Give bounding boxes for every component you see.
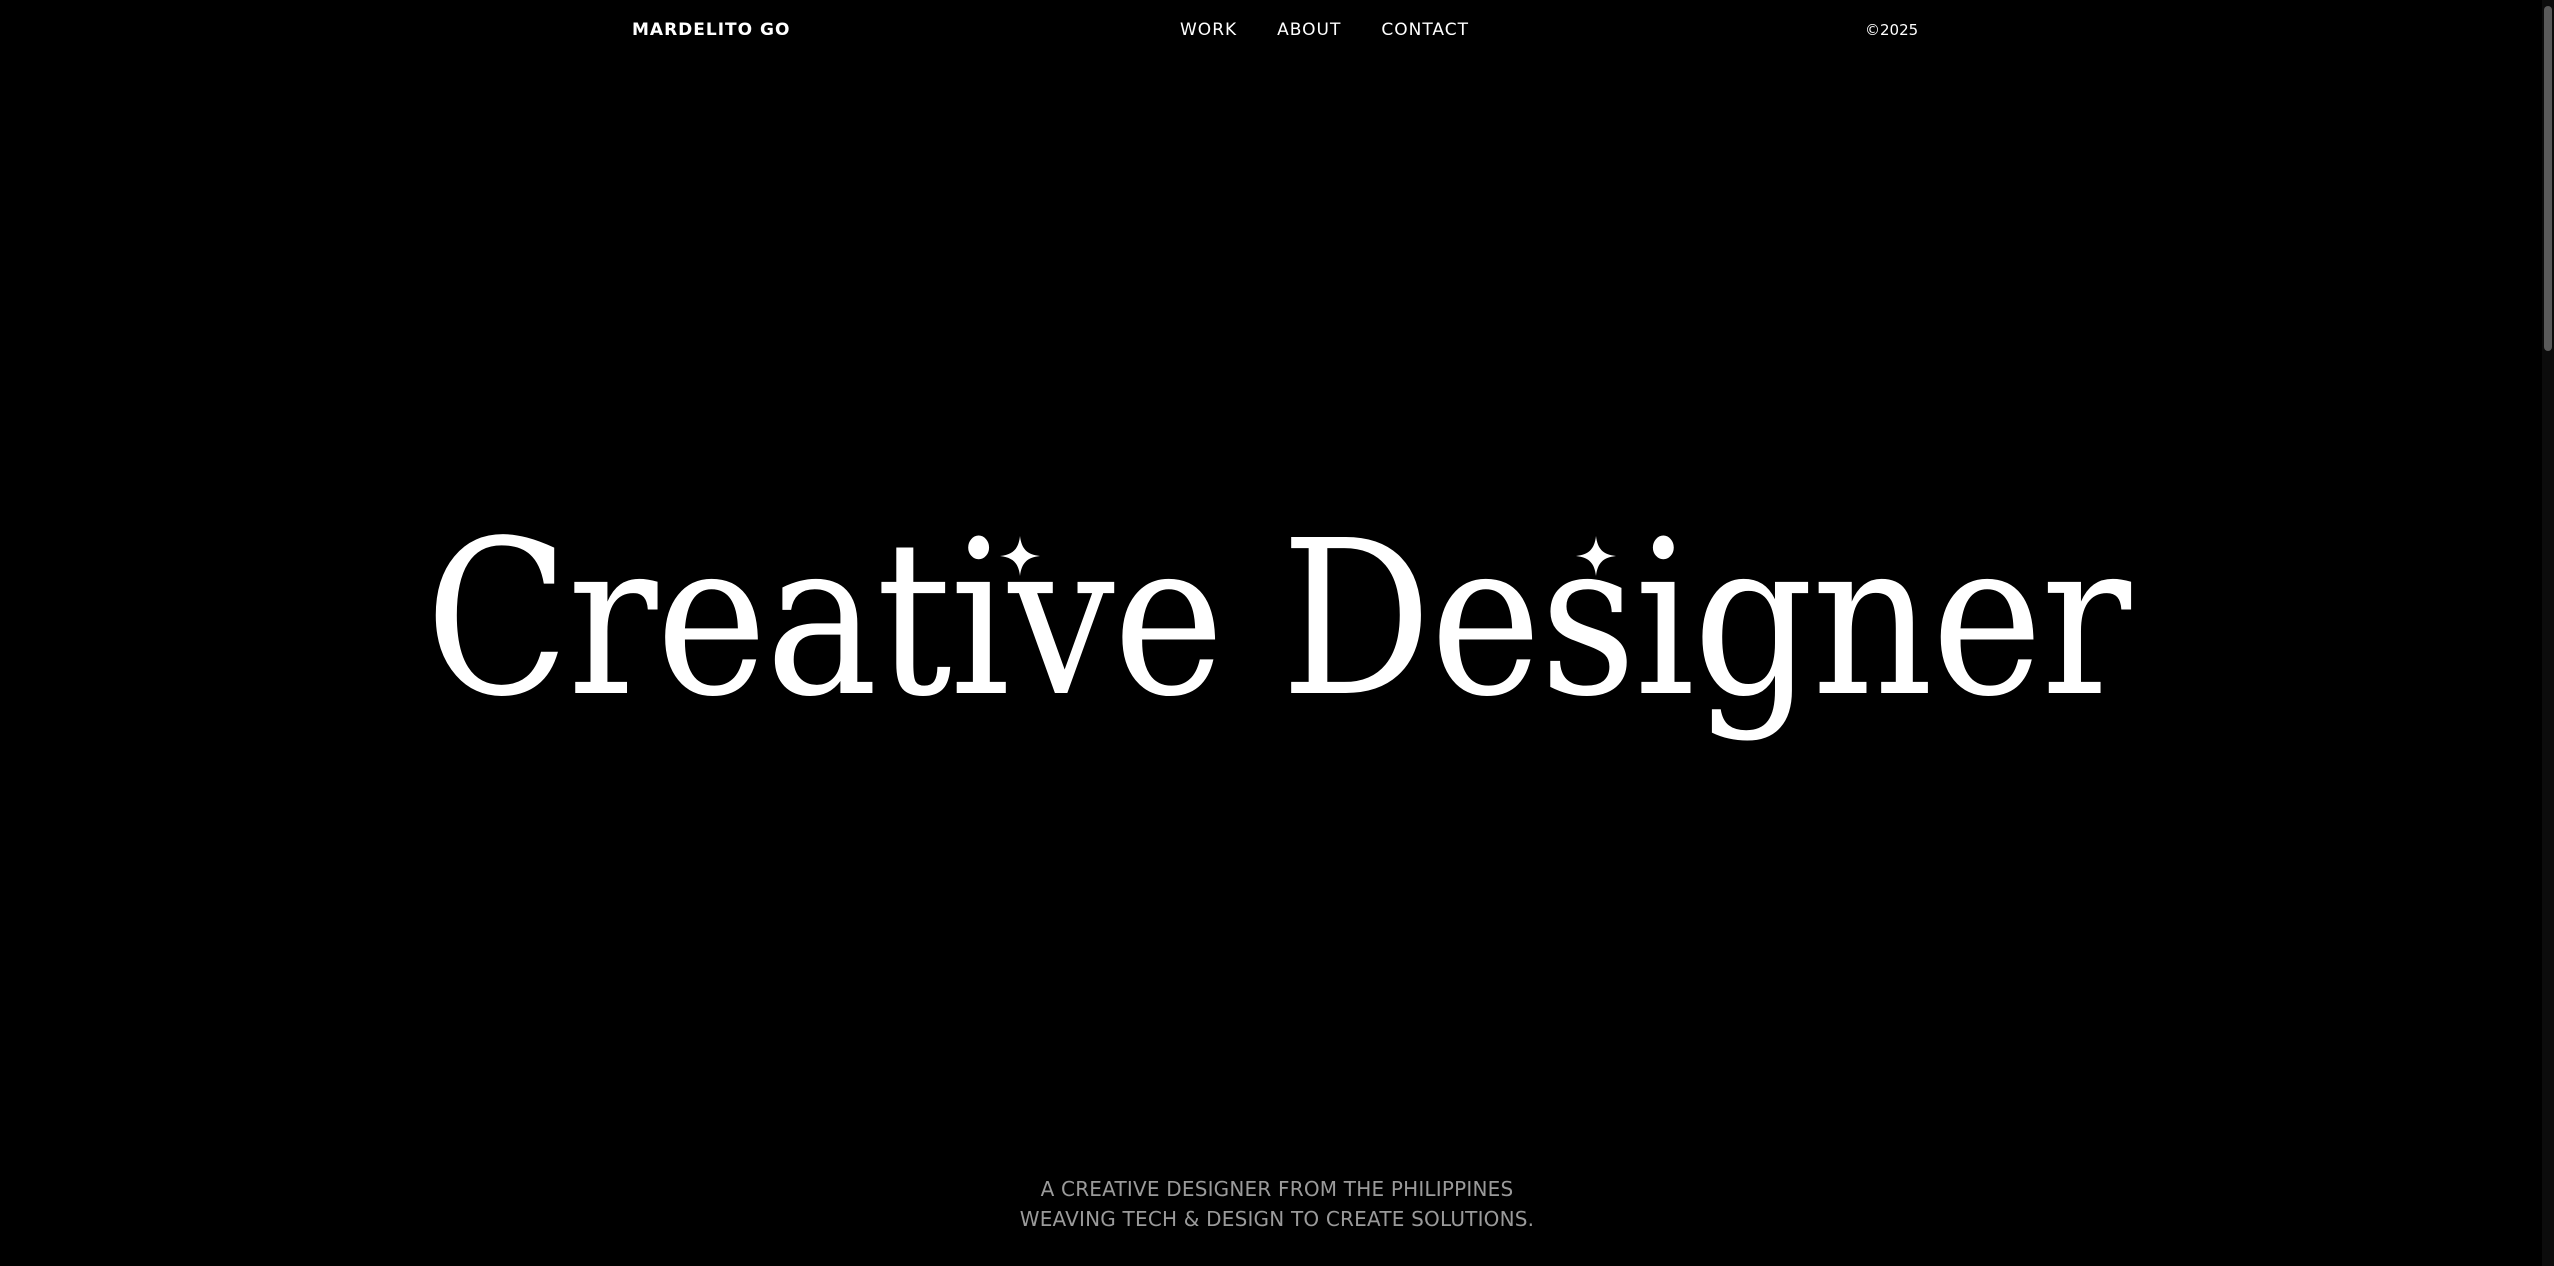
tagline-line-1: A CREATIVE DESIGNER FROM THE PHILIPPINES [1040, 1177, 1514, 1201]
page-scrollbar[interactable] [2542, 0, 2554, 1266]
hero-title: Creative Designer [424, 495, 2131, 744]
tagline-line-2: WEAVING TECH & DESIGN TO CREATE SOLUTION… [1019, 1207, 1535, 1231]
hero-tagline: A CREATIVE DESIGNER FROM THE PHILIPPINES… [0, 1174, 2554, 1234]
nav-link-contact[interactable]: CONTACT [1381, 19, 1469, 41]
nav-link-about[interactable]: ABOUT [1277, 19, 1341, 41]
scrollbar-thumb[interactable] [2544, 6, 2552, 351]
sparkle-icon [1000, 536, 1040, 576]
brand-logo-link[interactable]: MARDELITO GO [632, 19, 790, 41]
hero-section: Creative Designer [0, 470, 2554, 770]
main-nav: WORK ABOUT CONTACT [1180, 19, 1469, 41]
copyright-year: ©2025 [1865, 21, 1919, 39]
site-header: MARDELITO GO WORK ABOUT CONTACT ©2025 [0, 0, 2554, 60]
nav-link-work[interactable]: WORK [1180, 19, 1237, 41]
sparkle-icon [1576, 536, 1616, 576]
